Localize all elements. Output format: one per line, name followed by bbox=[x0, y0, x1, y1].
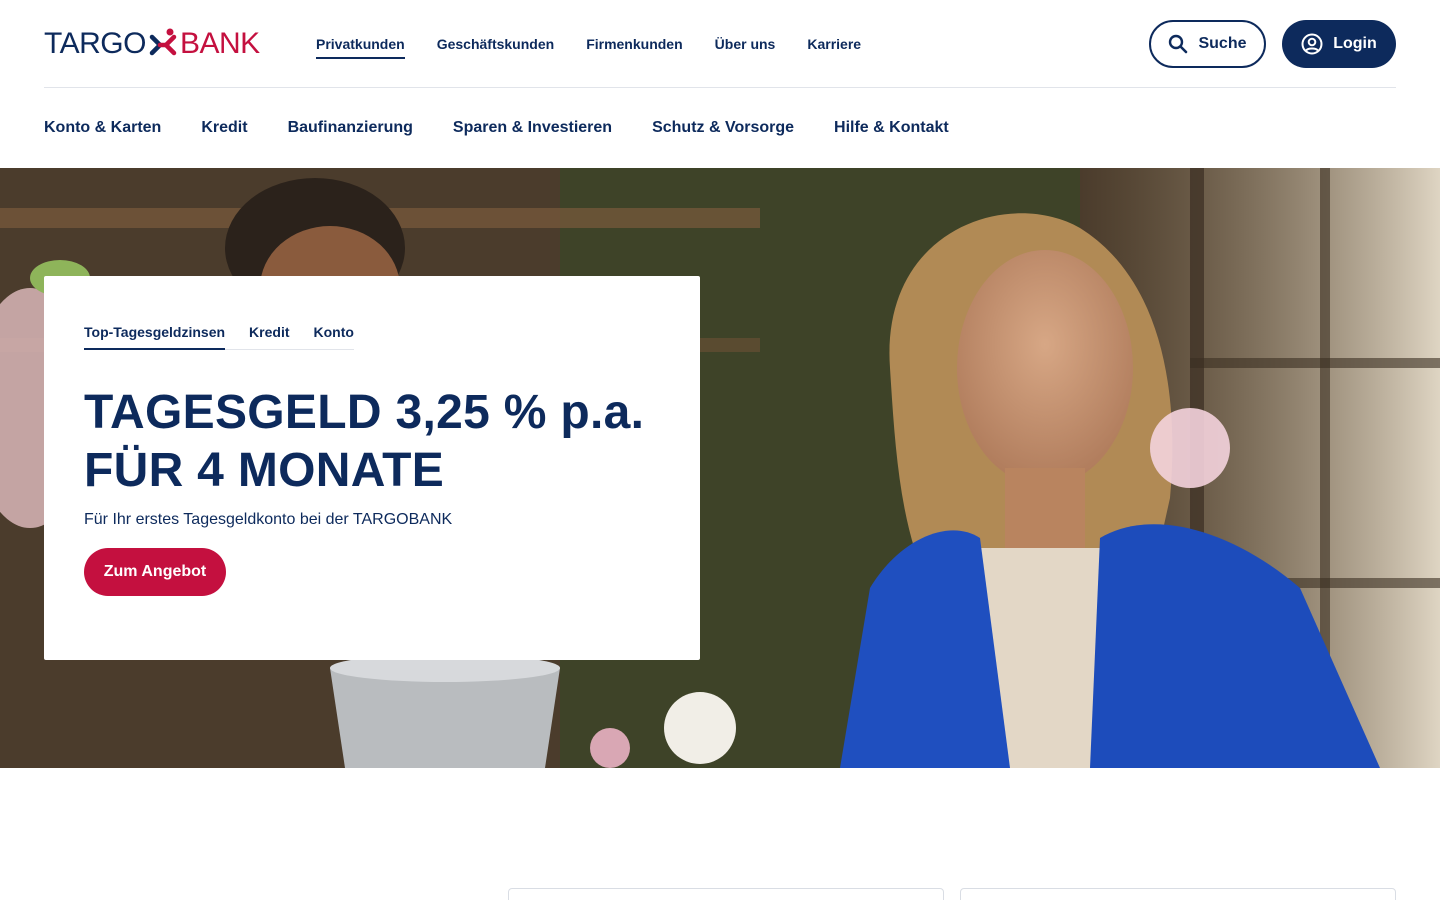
offer-headline: TAGESGELD 3,25 % p.a. FÜR 4 MONATE bbox=[84, 384, 664, 500]
offer-subline: Für Ihr erstes Tagesgeldkonto bei der TA… bbox=[84, 511, 453, 528]
logo-text-bank: BANK bbox=[179, 27, 260, 60]
segment-nav-ueber-uns[interactable]: Über uns bbox=[715, 30, 776, 58]
teaser-card[interactable] bbox=[508, 888, 944, 900]
main-nav-konto-karten[interactable]: Konto & Karten bbox=[44, 119, 161, 137]
targobank-logo-mark-icon bbox=[149, 28, 177, 56]
site-header: TARGO BANK Privatkunden Geschäftskunden … bbox=[0, 0, 1440, 88]
offer-card: Top-Tagesgeldzinsen Kredit Konto TAGESGE… bbox=[44, 276, 700, 660]
main-nav-kredit[interactable]: Kredit bbox=[201, 119, 247, 137]
logo-text-targo: TARGO bbox=[44, 27, 146, 60]
main-nav-schutz-vorsorge[interactable]: Schutz & Vorsorge bbox=[652, 119, 794, 137]
offer-tabs: Top-Tagesgeldzinsen Kredit Konto bbox=[84, 324, 354, 350]
targobank-logo[interactable]: TARGO BANK bbox=[44, 26, 260, 62]
segment-nav-geschaeftskunden[interactable]: Geschäftskunden bbox=[437, 30, 554, 58]
segment-nav-privatkunden[interactable]: Privatkunden bbox=[316, 30, 405, 59]
search-icon bbox=[1169, 34, 1188, 54]
segment-nav-firmenkunden[interactable]: Firmenkunden bbox=[586, 30, 682, 58]
main-nav-sparen-investieren[interactable]: Sparen & Investieren bbox=[453, 119, 612, 137]
zum-angebot-button[interactable]: Zum Angebot bbox=[84, 548, 226, 596]
login-button[interactable]: Login bbox=[1282, 20, 1396, 68]
tab-kredit[interactable]: Kredit bbox=[249, 324, 289, 349]
main-nav: Konto & Karten Kredit Baufinanzierung Sp… bbox=[44, 88, 949, 168]
offer-headline-line1: TAGESGELD 3,25 % p.a. bbox=[84, 386, 645, 439]
search-button-label: Suche bbox=[1198, 35, 1247, 52]
main-nav-hilfe-kontakt[interactable]: Hilfe & Kontakt bbox=[834, 119, 949, 137]
user-circle-icon bbox=[1301, 33, 1323, 55]
segment-nav-karriere[interactable]: Karriere bbox=[807, 30, 861, 58]
offer-headline-line2: FÜR 4 MONATE bbox=[84, 444, 445, 497]
teaser-card[interactable] bbox=[960, 888, 1396, 900]
main-nav-baufinanzierung[interactable]: Baufinanzierung bbox=[288, 119, 413, 137]
search-button[interactable]: Suche bbox=[1149, 20, 1266, 68]
tab-top-tagesgeldzinsen[interactable]: Top-Tagesgeldzinsen bbox=[84, 324, 226, 350]
login-button-label: Login bbox=[1333, 35, 1377, 52]
segment-nav: Privatkunden Geschäftskunden Firmenkunde… bbox=[316, 0, 861, 88]
tab-konto[interactable]: Konto bbox=[314, 324, 354, 349]
